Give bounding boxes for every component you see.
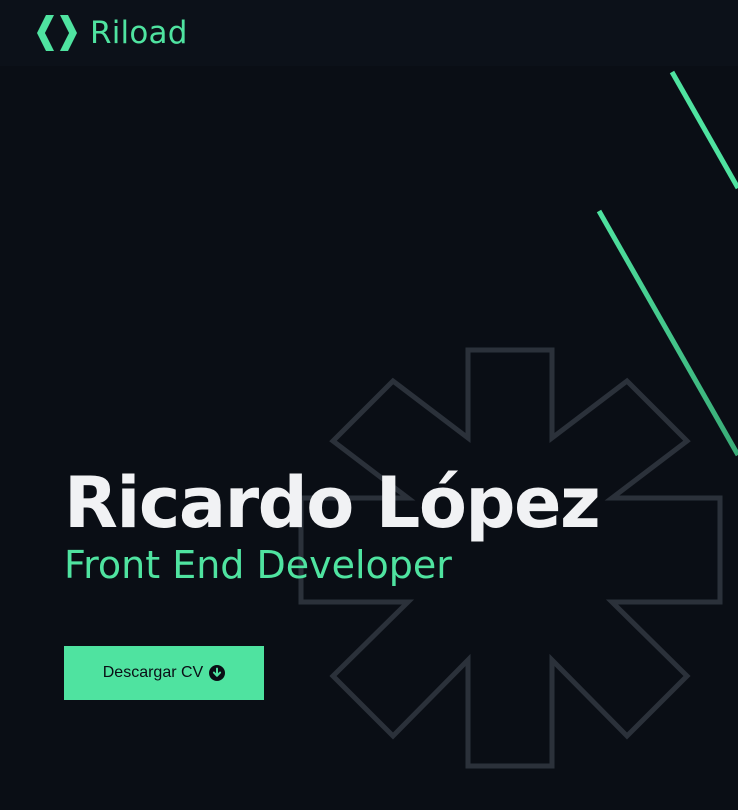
hero-name: Ricardo López [64,462,601,544]
riload-logo-icon [37,15,77,51]
top-navbar: Riload [0,0,738,66]
download-cv-label: Descargar CV [102,664,204,681]
download-cv-button[interactable]: Descargar CV [64,646,264,700]
arrow-down-circle-icon [209,665,226,681]
page: Riload Ricardo López Front End Developer… [0,0,738,810]
accent-line [596,209,738,457]
hero-role: Front End Developer [64,543,452,587]
accent-line [669,70,738,190]
brand-name: Riload [90,15,188,51]
hero-section: Ricardo López Front End Developer [64,458,601,588]
brand-home-link[interactable]: Riload [34,14,188,52]
